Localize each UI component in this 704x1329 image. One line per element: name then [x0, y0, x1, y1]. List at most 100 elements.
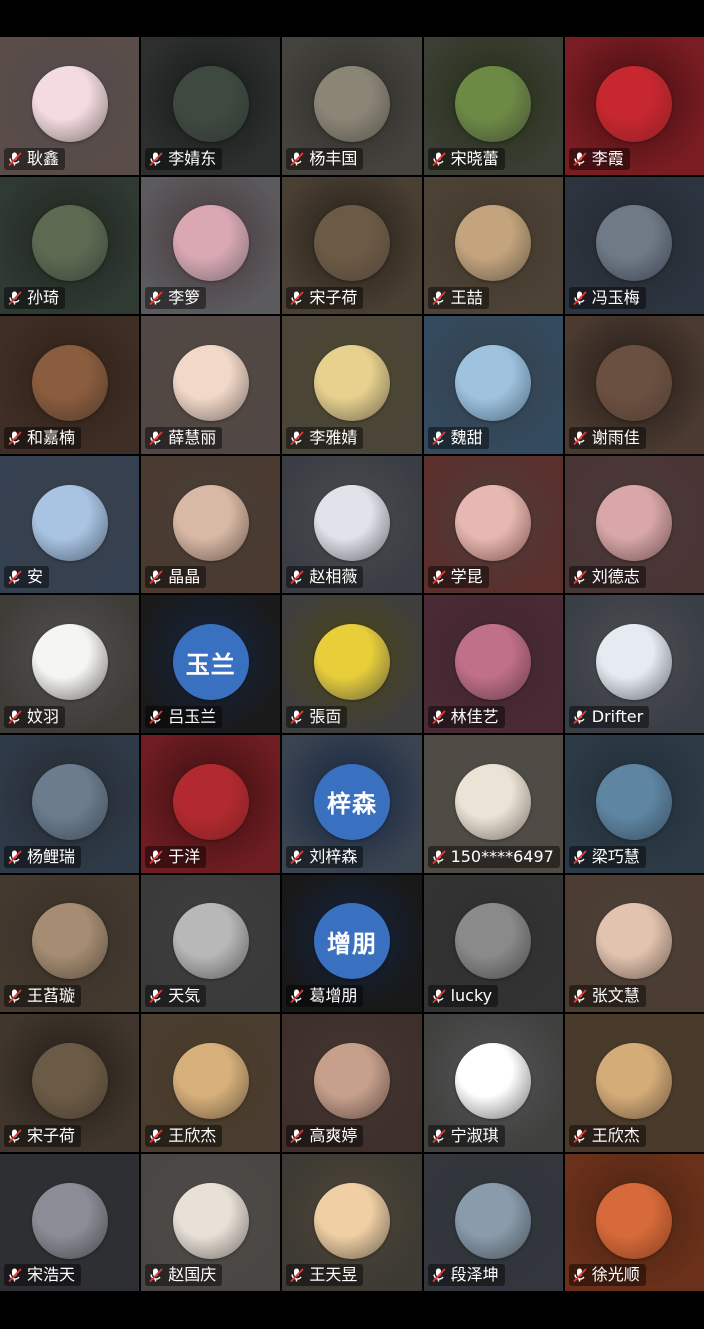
participant-tile[interactable]: 杨鲤瑞 — [0, 734, 140, 873]
participant-name: 宋子荷 — [309, 288, 358, 308]
participant-name: 宋子荷 — [27, 1125, 76, 1145]
participant-tile[interactable]: 150****6497 — [423, 734, 563, 873]
participant-tile[interactable]: 宋子荷 — [282, 176, 422, 315]
participant-tile[interactable]: 魏甜 — [423, 316, 563, 454]
mic-muted-icon — [572, 290, 588, 306]
mic-muted-icon — [148, 1267, 164, 1283]
participant-tile[interactable]: 刘德志 — [564, 455, 704, 594]
participant-tile[interactable]: 耿鑫 — [0, 37, 140, 175]
participant-tile[interactable]: 李箩 — [141, 176, 281, 315]
participant-tile[interactable]: 宋晓蕾 — [423, 37, 563, 175]
name-tag: 晶晶 — [145, 566, 207, 589]
participant-tile[interactable]: 張靣 — [282, 595, 422, 733]
participant-tile[interactable]: 王欣杰 — [564, 1014, 704, 1152]
participant-name: 谢雨佳 — [591, 427, 640, 447]
participant-tile[interactable]: 张文慧 — [564, 874, 704, 1013]
participant-tile[interactable]: 宋子荷 — [0, 1014, 140, 1152]
participant-tile[interactable]: 杨丰国 — [282, 37, 422, 175]
avatar — [313, 1042, 390, 1119]
participant-name: 宋浩天 — [27, 1265, 76, 1285]
mic-muted-icon — [431, 569, 447, 585]
participant-tile[interactable]: 李雅婧 — [282, 316, 422, 454]
avatar — [596, 1042, 673, 1119]
avatar — [31, 763, 108, 840]
avatar — [172, 65, 249, 142]
avatar — [313, 1182, 390, 1259]
mic-muted-icon — [431, 988, 447, 1004]
avatar — [172, 344, 249, 421]
participant-name: 李雅婧 — [309, 427, 358, 447]
participant-name: 150****6497 — [450, 846, 554, 866]
name-tag: 学昆 — [427, 566, 489, 589]
participant-tile[interactable]: 增朋 葛增朋 — [282, 874, 422, 1013]
avatar — [31, 65, 108, 142]
participant-tile[interactable]: 晶晶 — [141, 455, 281, 594]
participant-tile[interactable]: 宁淑琪 — [423, 1014, 563, 1152]
participant-name: 李霞 — [591, 148, 624, 168]
participant-tile[interactable]: 梁巧慧 — [564, 734, 704, 873]
avatar — [313, 65, 390, 142]
mic-muted-icon — [289, 988, 305, 1004]
participant-tile[interactable]: lucky — [423, 874, 563, 1013]
avatar — [31, 624, 108, 701]
mic-muted-icon — [7, 290, 23, 306]
avatar: 增朋 — [313, 903, 390, 980]
avatar — [455, 65, 532, 142]
participant-tile[interactable]: 段泽坤 — [423, 1153, 563, 1292]
avatar — [455, 1182, 532, 1259]
participant-tile[interactable]: 林佳艺 — [423, 595, 563, 733]
participant-tile[interactable]: 于洋 — [141, 734, 281, 873]
name-tag: 和嘉楠 — [4, 426, 82, 449]
avatar — [172, 903, 249, 980]
name-tag: 吕玉兰 — [145, 705, 223, 728]
participant-tile[interactable]: 玉兰 吕玉兰 — [141, 595, 281, 733]
participant-tile[interactable]: 王天昱 — [282, 1153, 422, 1292]
avatar — [455, 1042, 532, 1119]
participant-tile[interactable]: 谢雨佳 — [564, 316, 704, 454]
participant-tile[interactable]: 薛慧丽 — [141, 316, 281, 454]
avatar — [596, 344, 673, 421]
avatar — [455, 344, 532, 421]
name-tag: 魏甜 — [427, 426, 489, 449]
mic-muted-icon — [431, 709, 447, 725]
avatar — [172, 1182, 249, 1259]
name-tag: 刘梓森 — [286, 845, 364, 868]
participant-name: 薛慧丽 — [168, 427, 217, 447]
participant-tile[interactable]: 李霞 — [564, 37, 704, 175]
participant-name: lucky — [450, 986, 493, 1006]
avatar — [313, 344, 390, 421]
avatar-initials: 增朋 — [326, 929, 377, 958]
participant-tile[interactable]: 徐光顺 — [564, 1153, 704, 1292]
participant-tile[interactable]: 王萏璇 — [0, 874, 140, 1013]
name-tag: 徐光顺 — [568, 1264, 646, 1287]
name-tag: 薛慧丽 — [145, 426, 223, 449]
participant-tile[interactable]: 宋浩天 — [0, 1153, 140, 1292]
participant-tile[interactable]: 安 — [0, 455, 140, 594]
participant-tile[interactable]: 孙琦 — [0, 176, 140, 315]
name-tag: 李雅婧 — [286, 426, 364, 449]
mic-muted-icon — [148, 290, 164, 306]
participant-tile[interactable]: 梓森 刘梓森 — [282, 734, 422, 873]
participant-tile[interactable]: 李婧东 — [141, 37, 281, 175]
name-tag: 谢雨佳 — [568, 426, 646, 449]
participant-name: 王天昱 — [309, 1265, 358, 1285]
participant-tile[interactable]: 妏羽 — [0, 595, 140, 733]
name-tag: 梁巧慧 — [568, 845, 646, 868]
participant-tile[interactable]: 高爽婷 — [282, 1014, 422, 1152]
participant-tile[interactable]: 王喆 — [423, 176, 563, 315]
participant-tile[interactable]: 学昆 — [423, 455, 563, 594]
participant-name: 林佳艺 — [450, 706, 499, 726]
mic-muted-icon — [572, 430, 588, 446]
participant-name: 耿鑫 — [27, 148, 60, 168]
participant-tile[interactable]: 天気 — [141, 874, 281, 1013]
name-tag: 王喆 — [427, 287, 489, 310]
name-tag: Drifter — [568, 705, 650, 728]
participant-tile[interactable]: 冯玉梅 — [564, 176, 704, 315]
participant-tile[interactable]: 赵相薇 — [282, 455, 422, 594]
participant-tile[interactable]: 和嘉楠 — [0, 316, 140, 454]
name-tag: 安 — [4, 566, 50, 589]
participant-name: 吕玉兰 — [168, 706, 217, 726]
participant-tile[interactable]: 赵国庆 — [141, 1153, 281, 1292]
participant-tile[interactable]: 王欣杰 — [141, 1014, 281, 1152]
participant-tile[interactable]: Drifter — [564, 595, 704, 733]
